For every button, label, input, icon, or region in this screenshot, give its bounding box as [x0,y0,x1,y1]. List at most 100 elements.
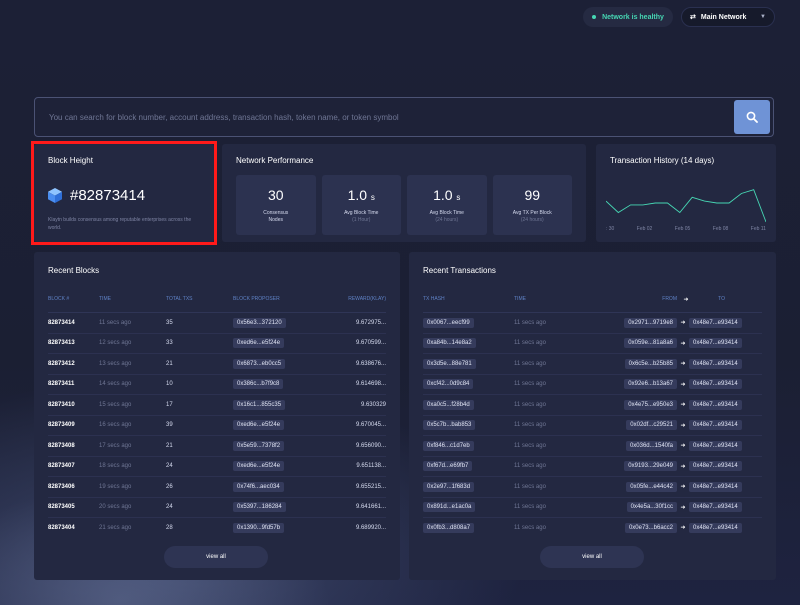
block-tx-count[interactable]: 39 [166,422,233,428]
tx-to-link[interactable]: 0x48e7...e93414 [689,522,742,533]
block-tx-count[interactable]: 24 [166,504,233,510]
block-tx-count[interactable]: 10 [166,381,233,387]
tx-hash-link[interactable]: 0xcf42...0d9c84 [423,379,474,390]
tx-to-link[interactable]: 0x48e7...e93414 [689,317,742,328]
tx-from-link[interactable]: 0x036d...1540fa [625,440,677,451]
tx-time: 11 secs ago [514,340,546,347]
block-reward: 9.651138... [356,463,386,470]
tx-hash-link[interactable]: 0x2e97...1f683d [423,481,475,492]
column-header: BLOCK # [48,296,70,302]
view-all-blocks-button[interactable]: view all [164,546,268,568]
block-proposer-link[interactable]: 0x74f6...aec034 [233,481,284,492]
block-number-link[interactable]: 82873413 [48,340,99,346]
tx-from-link[interactable]: 0x92e6...b13a67 [624,379,677,390]
transaction-history-title: Transaction History (14 days) [610,156,715,165]
block-tx-count[interactable]: 26 [166,484,233,490]
tx-hash-link[interactable]: 0x3d5e...88e781 [423,358,476,369]
search-button[interactable] [734,100,770,134]
tx-to-link[interactable]: 0x48e7...e93414 [689,358,742,369]
tx-from-link[interactable]: 0x2971...9719e8 [624,317,677,328]
block-tx-count[interactable]: 21 [166,361,233,367]
tx-hash-link[interactable]: 0x0067...eecf99 [423,317,474,328]
tx-from-link[interactable]: 0x02df...c29521 [626,420,677,431]
tx-from-link[interactable]: 0x059e...81a8a6 [624,338,677,349]
block-tx-count[interactable]: 17 [166,402,233,408]
block-number-link[interactable]: 82873411 [48,381,99,387]
block-number-link[interactable]: 82873408 [48,443,99,449]
block-number-link[interactable]: 82873407 [48,463,99,469]
block-proposer-link[interactable]: 0x6873...eb0cc5 [233,358,286,369]
tx-hash-link[interactable]: 0x891d...e1ac0a [423,502,476,513]
tx-from-cell: 0x02df...c29521 [609,420,677,431]
search-input[interactable] [35,98,734,136]
tx-to-link[interactable]: 0x48e7...e93414 [689,338,742,349]
tx-hash-link[interactable]: 0xf67d...e69fb7 [423,461,473,472]
table-row: 0x0fb3...d808a7 11 secs ago 0x0e73...b6acc… [423,517,762,538]
recent-blocks-card: Recent Blocks BLOCK # TIME TOTAL TXS BLO… [34,252,400,580]
block-tx-count[interactable]: 21 [166,443,233,449]
block-number-link[interactable]: 82873414 [48,320,99,326]
block-tx-count[interactable]: 28 [166,525,233,531]
network-status-text: Network is healthy [602,13,664,21]
tx-time: 11 secs ago [514,422,546,429]
tx-from-link[interactable]: 0x9193...29e049 [624,461,677,472]
table-row: 82873408 17 secs ago 21 0x5e59...7378f2 9.65… [48,435,386,456]
block-proposer-cell: 0x5397...186284 [233,502,303,513]
recent-blocks-title: Recent Blocks [48,266,100,275]
tx-hash-link[interactable]: 0xa84b...14e8a2 [423,338,476,349]
view-all-transactions-button[interactable]: view all [540,546,644,568]
stat-value: 1.0 [347,187,368,203]
tx-to-link[interactable]: 0x48e7...e93414 [689,379,742,390]
block-number-link[interactable]: 82873406 [48,484,99,490]
block-proposer-link[interactable]: 0x16c1...855c35 [233,399,286,410]
tx-to-link[interactable]: 0x48e7...e93414 [689,502,742,513]
tx-from-link[interactable]: 0x6c5e...b25b85 [624,358,677,369]
tx-to-cell: 0x48e7...e93414 [689,481,762,492]
stat-label: Avg Block Time [429,210,464,216]
block-number-link[interactable]: 82873410 [48,402,99,408]
tx-from-link[interactable]: 0x4e5a...30f1cc [626,502,677,513]
block-proposer-link[interactable]: 0x5e59...7378f2 [233,440,285,451]
tx-hash-link[interactable]: 0xa0c5...f28b4d [423,399,474,410]
block-tx-count[interactable]: 33 [166,340,233,346]
network-selector[interactable]: ⇄ Main Network ▼ [681,7,775,27]
tx-from-cell: 0x059e...81a8a6 [609,338,677,349]
block-number-link[interactable]: 82873405 [48,504,99,510]
tx-time: 11 secs ago [514,442,546,449]
arrow-right-icon: ➜ [680,525,686,532]
tx-hash-link[interactable]: 0x5c7b...bab853 [423,420,476,431]
tx-hash-cell: 0xa84b...14e8a2 [423,338,514,349]
block-tx-count[interactable]: 24 [166,463,233,469]
tx-to-cell: 0x48e7...e93414 [689,502,762,513]
block-proposer-link[interactable]: 0x386c...b7f9c8 [233,379,284,390]
block-proposer-link[interactable]: 0x1390...9fd57b [233,522,285,533]
block-number-link[interactable]: 82873409 [48,422,99,428]
tx-to-link[interactable]: 0x48e7...e93414 [689,481,742,492]
table-row: 82873414 11 secs ago 35 0x56e3...372120 9.67… [48,312,386,333]
tx-from-link[interactable]: 0x4e75...e950e3 [624,399,677,410]
column-header: BLOCK PROPOSER [233,296,280,302]
tx-to-link[interactable]: 0x48e7...e93414 [689,399,742,410]
column-header: TO [718,296,725,302]
block-number-link[interactable]: 82873404 [48,525,99,531]
tx-to-link[interactable]: 0x48e7...e93414 [689,461,742,472]
tx-to-link[interactable]: 0x48e7...e93414 [689,440,742,451]
tx-hash-cell: 0xcf42...0d9c84 [423,379,514,390]
tx-hash-link[interactable]: 0x0fb3...d808a7 [423,522,475,533]
tx-to-link[interactable]: 0x48e7...e93414 [689,420,742,431]
table-row: 82873410 15 secs ago 17 0x16c1...855c35 9.63… [48,394,386,415]
block-proposer-link[interactable]: 0x56e3...372120 [233,317,286,328]
tx-to-cell: 0x48e7...e93414 [689,399,762,410]
block-tx-count[interactable]: 35 [166,320,233,326]
block-proposer-link[interactable]: 0xed6e...e5f24e [233,420,285,431]
tx-hash-link[interactable]: 0xf846...c1d7eb [423,440,474,451]
tx-from-link[interactable]: 0x0e73...b6acc2 [624,522,677,533]
tx-from-link[interactable]: 0x05fe...e44c42 [626,481,677,492]
block-time: 13 secs ago [99,360,132,367]
block-proposer-link[interactable]: 0x5397...186284 [233,502,286,513]
block-proposer-link[interactable]: 0xed6e...e5f24e [233,461,285,472]
tx-time: 11 secs ago [514,463,546,470]
table-row: 82873412 13 secs ago 21 0x6873...eb0cc5 9.63… [48,353,386,374]
block-proposer-link[interactable]: 0xed6e...e5f24e [233,338,285,349]
block-number-link[interactable]: 82873412 [48,361,99,367]
